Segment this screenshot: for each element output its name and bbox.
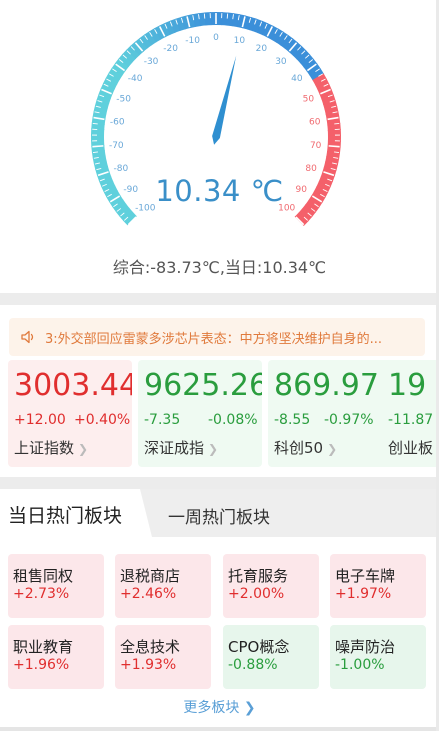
sector-name: 退税商店 (120, 567, 181, 585)
index-name: 科创50 ❯ (274, 439, 338, 457)
chevron-right-icon: ❯ (208, 442, 219, 456)
sector-change: +1.96% (13, 657, 70, 673)
sector-change: +2.73% (13, 586, 70, 602)
sector-tile[interactable]: 托育服务 +2.00% (223, 554, 319, 618)
sector-name: CPO概念 (228, 638, 290, 656)
index-name: 深证成指 ❯ (144, 439, 219, 457)
index-name: 创业板 (388, 439, 434, 457)
gauge-tick-label: 20 (256, 44, 268, 54)
index-value: 3003.44 (14, 368, 132, 403)
gauge-tick-label: -70 (109, 141, 124, 151)
index-change-percent: -0.97% (324, 412, 374, 428)
index-change-percent: -0.08% (208, 412, 258, 428)
gauge-tick-label: -10 (185, 36, 200, 46)
sector-change: +2.46% (120, 586, 177, 602)
sector-change: +1.97% (335, 586, 392, 602)
gauge-tick-label: -80 (114, 164, 129, 174)
index-name: 上证指数 ❯ (14, 439, 89, 457)
gauge-tick-label: 30 (275, 57, 287, 67)
market-index-row: 3003.44 +12.00 +0.40% 上证指数 ❯ 9625.26 -7.3… (8, 360, 439, 467)
gauge-tick (92, 145, 104, 148)
sector-tile[interactable]: 全息技术 +1.93% (115, 625, 211, 689)
index-card-sse[interactable]: 3003.44 +12.00 +0.40% 上证指数 ❯ (8, 360, 132, 467)
gauge-tick-label: 40 (291, 74, 303, 84)
index-value: 9625.26 (144, 368, 262, 403)
index-value: 19 (388, 368, 427, 403)
index-change: -7.35 (144, 412, 181, 428)
gauge-tick (334, 151, 340, 153)
gauge-tick-label: 50 (303, 95, 315, 105)
temperature-summary: 综合:-83.73℃,当日:10.34℃ (112, 258, 327, 277)
sector-tile[interactable]: 职业教育 +1.96% (8, 625, 104, 689)
gauge-tick-label: 70 (310, 141, 322, 151)
sector-change: +2.00% (228, 586, 285, 602)
sector-tile[interactable]: 电子车牌 +1.97% (330, 554, 426, 618)
gauge-tick-label: 80 (305, 164, 317, 174)
index-card-chinext[interactable]: 19 -11.87 创业板 (382, 360, 439, 467)
temperature-readout: 10.34 ℃ (155, 174, 284, 208)
sector-name: 电子车牌 (335, 567, 396, 585)
gauge-tick-label: 10 (234, 36, 246, 46)
gauge-tick-label: -50 (116, 95, 131, 105)
sector-tile[interactable]: CPO概念 -0.88% (223, 625, 319, 689)
gauge-tick-label: -60 (110, 117, 125, 127)
index-card-star50[interactable]: 869.97 -8.55 -0.97% 科创50 ❯ (268, 360, 392, 467)
sector-tile[interactable]: 退税商店 +2.46% (115, 554, 211, 618)
sector-change: +1.93% (120, 657, 177, 673)
index-change: +12.00 (14, 412, 66, 428)
sector-name: 职业教育 (13, 638, 74, 656)
chevron-right-icon: ❯ (243, 700, 256, 716)
sector-tile[interactable]: 噪声防治 -1.00% (330, 625, 426, 689)
bottom-divider (0, 727, 439, 731)
index-change-percent: +0.40% (74, 412, 131, 428)
sector-name: 租售同权 (13, 567, 74, 585)
index-change: -11.87 (388, 412, 434, 428)
chevron-right-icon: ❯ (78, 442, 89, 456)
section-divider (0, 477, 439, 489)
gauge-tick-label: -40 (128, 74, 143, 84)
index-value: 869.97 (274, 368, 379, 403)
gauge-tick-label: 60 (309, 117, 321, 127)
news-headline[interactable]: 3:外交部回应雷蒙多涉芯片表态：中方将坚决维护自身的... (45, 328, 415, 347)
gauge-tick (328, 145, 340, 148)
gauge-tick (92, 122, 98, 125)
sector-name: 噪声防治 (335, 638, 396, 656)
gauge-tick (92, 151, 98, 153)
gauge-tick-label: 0 (213, 33, 219, 43)
tab-week-hot-sectors[interactable]: 一周热门板块 (168, 503, 270, 528)
temperature-gauge: -100-90-80-70-60-50-40-30-20-10 0 10203040… (91, 11, 341, 227)
sector-change: -1.00% (335, 657, 385, 673)
sector-name: 托育服务 (228, 567, 289, 585)
index-card-szse[interactable]: 9625.26 -7.35 -0.08% 深证成指 ❯ (138, 360, 262, 467)
gauge-needle (212, 55, 237, 145)
sector-name: 全息技术 (120, 638, 181, 656)
gauge-tick-label: -20 (163, 44, 178, 54)
tab-today-hot-sectors[interactable]: 当日热门板块 (0, 489, 152, 537)
gauge-tick-label: -30 (144, 57, 159, 67)
more-sectors-link[interactable]: 更多板块 ❯ (0, 697, 439, 717)
sector-tabs: 当日热门板块 一周热门板块 (0, 489, 439, 537)
speaker-icon (21, 330, 34, 344)
sector-tile[interactable]: 租售同权 +2.73% (8, 554, 104, 618)
section-divider (0, 293, 439, 305)
sector-change: -0.88% (228, 657, 278, 673)
temperature-gauge-panel: -100 -90 -80 -70 -60 -50 -40 -30 -20 -10 0 10 20 30 40… (0, 0, 439, 293)
index-change: -8.55 (274, 412, 311, 428)
gauge-tick (334, 122, 340, 125)
news-ticker[interactable]: 3:外交部回应雷蒙多涉芯片表态：中方将坚决维护自身的... (9, 318, 425, 356)
chevron-right-icon: ❯ (327, 442, 338, 456)
